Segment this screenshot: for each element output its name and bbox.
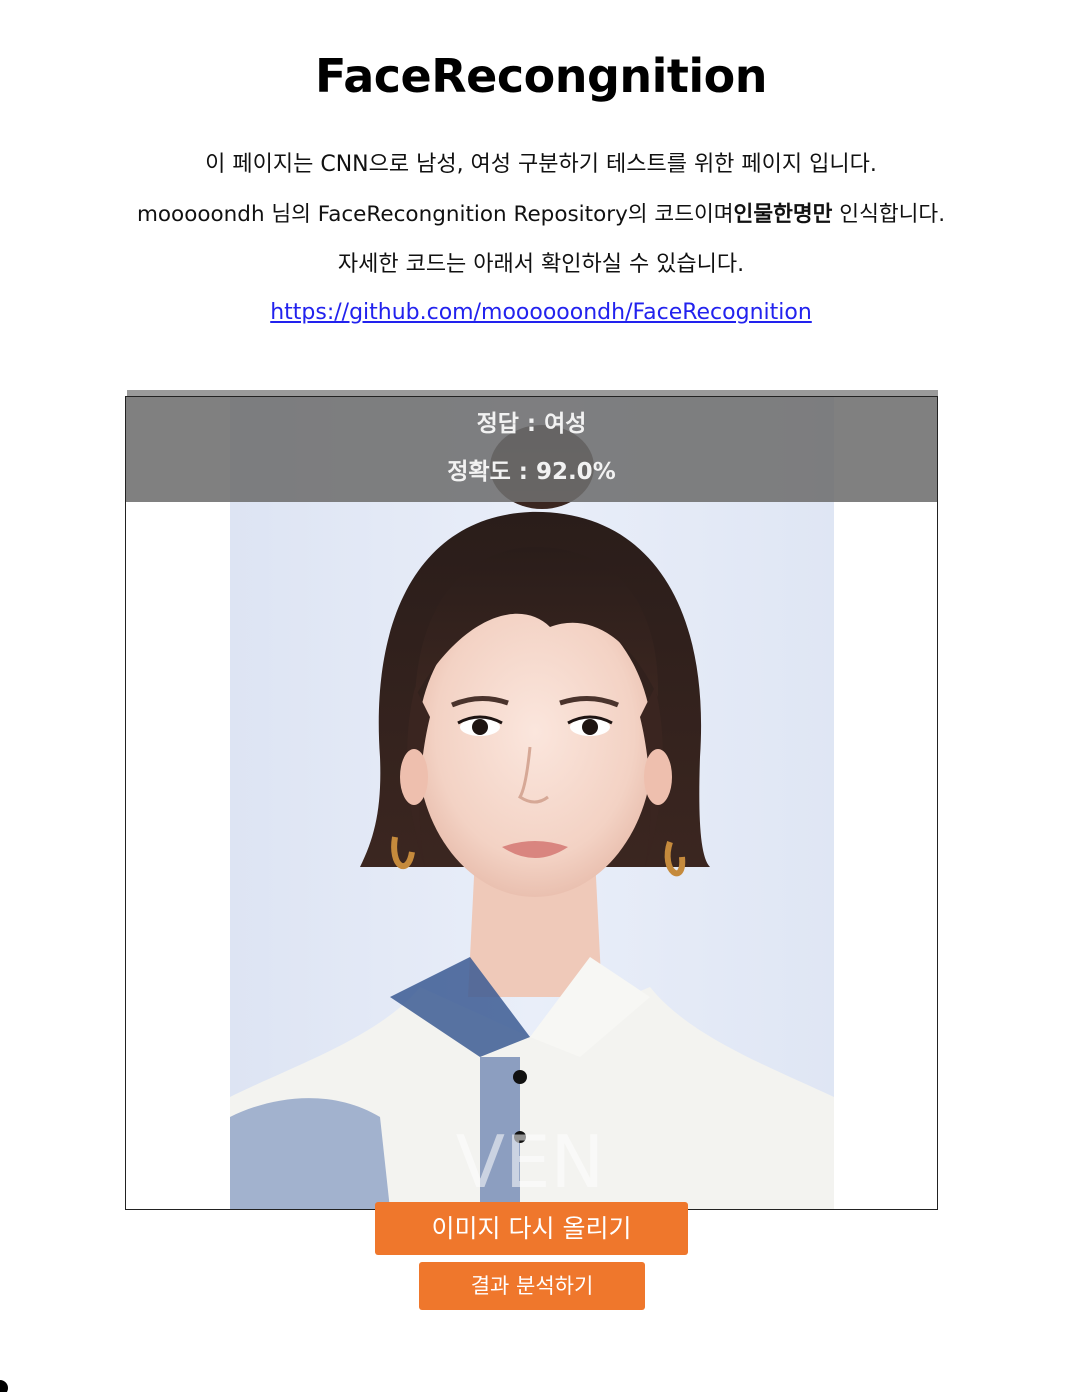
description-line-2: mooooondh 님의 FaceRecongnition Repository… bbox=[0, 200, 1082, 230]
image-preview-frame: VEN 정답 : 여성 정확도 : 92.0% bbox=[125, 396, 938, 1210]
description-line-3: 자세한 코드는 아래서 확인하실 수 있습니다. bbox=[337, 252, 745, 277]
cursor-icon bbox=[0, 1380, 8, 1392]
page-title: FaceRecongnition bbox=[314, 49, 768, 103]
result-accuracy: 정확도 : 92.0% bbox=[447, 459, 616, 485]
result-overlay: 정답 : 여성 정확도 : 92.0% bbox=[126, 397, 937, 502]
analyze-result-button[interactable]: 결과 분석하기 bbox=[419, 1262, 645, 1310]
repo-link[interactable]: https://github.com/moooooondh/FaceRecogn… bbox=[270, 300, 812, 325]
page: FaceRecongnition 이 페이지는 CNN으로 남성, 여성 구분하… bbox=[0, 0, 1082, 1392]
reupload-image-button[interactable]: 이미지 다시 올리기 bbox=[375, 1202, 688, 1255]
description-line-2-tail: 인식합니다. bbox=[832, 202, 946, 227]
repo-link-container: https://github.com/moooooondh/FaceRecogn… bbox=[0, 298, 1082, 328]
description-line-2-text: mooooondh 님의 FaceRecongnition Repository… bbox=[136, 202, 734, 227]
result-answer: 정답 : 여성 bbox=[476, 411, 587, 437]
watermark-text: VEN bbox=[456, 1120, 605, 1204]
description-line-1: 이 페이지는 CNN으로 남성, 여성 구분하기 테스트를 위한 페이지 입니다… bbox=[205, 152, 877, 177]
description-line-2-emphasis: 인물한명만 bbox=[733, 202, 833, 227]
portrait-illustration: VEN bbox=[230, 397, 834, 1209]
uploaded-photo: VEN bbox=[230, 397, 834, 1209]
